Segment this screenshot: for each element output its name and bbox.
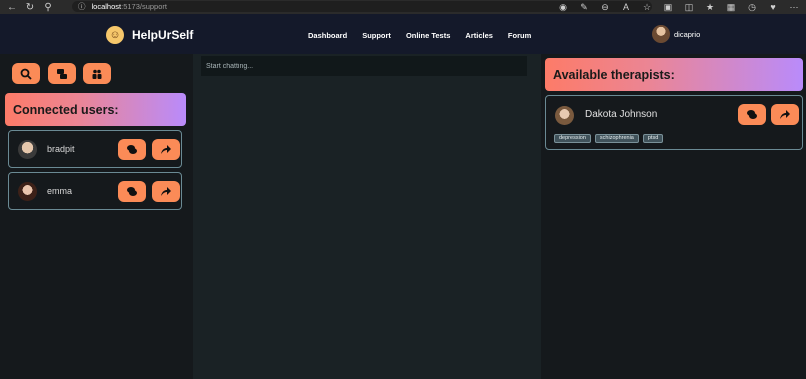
- user-name: bradpit: [47, 144, 75, 154]
- list-item[interactable]: bradpit: [8, 130, 182, 168]
- share-arrow-icon: [161, 187, 171, 196]
- chat-bubbles-icon: [747, 110, 757, 119]
- forward-button[interactable]: [152, 181, 180, 202]
- zoom-icon[interactable]: ⊖: [599, 1, 611, 13]
- nav-links: Dashboard Support Online Tests Articles …: [308, 31, 531, 40]
- avatar: [18, 140, 37, 159]
- back-arrow-icon[interactable]: ←: [6, 1, 18, 13]
- forward-button[interactable]: [152, 139, 180, 160]
- connected-users-panel: Connected users: bradpit emma: [0, 54, 193, 379]
- avatar: [652, 25, 670, 43]
- brand-name: HelpUrSelf: [132, 28, 194, 42]
- history-icon[interactable]: ◷: [746, 1, 758, 13]
- connected-users-title: Connected users:: [13, 102, 119, 117]
- therapists-title: Available therapists:: [553, 67, 675, 82]
- therapist-card[interactable]: Dakota Johnson depression schizophrenia …: [545, 95, 803, 150]
- url-path: :5173/support: [121, 2, 167, 11]
- nav-link-support[interactable]: Support: [362, 31, 391, 40]
- brand-logo[interactable]: ☺ HelpUrSelf: [106, 26, 193, 44]
- browser-toolbar: ← ↻ ⚲ ⓘ localhost:5173/support ◉ ✎ ⊖ A ☆…: [0, 0, 806, 14]
- forward-button[interactable]: [771, 104, 799, 125]
- split-screen-icon[interactable]: ◫: [683, 1, 695, 13]
- nav-link-online-tests[interactable]: Online Tests: [406, 31, 450, 40]
- favorites-icon[interactable]: ★: [704, 1, 716, 13]
- avatar: [18, 182, 37, 201]
- therapist-name: Dakota Johnson: [585, 109, 658, 120]
- browser-essentials-icon[interactable]: ♥: [767, 1, 779, 13]
- people-icon: [92, 69, 102, 79]
- user-profile[interactable]: dicaprio: [652, 25, 700, 43]
- search-icon[interactable]: ⚲: [42, 1, 54, 13]
- nav-link-articles[interactable]: Articles: [465, 31, 493, 40]
- chat-input[interactable]: [201, 56, 527, 76]
- more-icon[interactable]: ⋯: [788, 1, 800, 13]
- favorite-star-icon[interactable]: ☆: [641, 1, 653, 13]
- search-icon: [20, 68, 32, 80]
- url-host: localhost: [91, 2, 122, 11]
- chat-button[interactable]: [118, 181, 146, 202]
- share-arrow-icon: [780, 110, 790, 119]
- nav-link-dashboard[interactable]: Dashboard: [308, 31, 347, 40]
- tag-list: depression schizophrenia ptsd: [554, 134, 664, 143]
- tag-depression: depression: [554, 134, 591, 143]
- avatar: [555, 106, 574, 125]
- chat-bubbles-icon: [127, 145, 137, 154]
- chat-bubbles-icon: [57, 68, 67, 79]
- info-icon[interactable]: ⓘ: [78, 1, 86, 12]
- reload-icon[interactable]: ↻: [24, 1, 36, 13]
- search-button[interactable]: [12, 63, 40, 84]
- browser-actions: ◉ ✎ ⊖ A ☆ ▣ ◫ ★ ▦ ◷ ♥ ⋯: [557, 1, 800, 13]
- list-item[interactable]: emma: [8, 172, 182, 210]
- location-icon[interactable]: ◉: [557, 1, 569, 13]
- pen-icon[interactable]: ✎: [578, 1, 590, 13]
- tag-schizophrenia: schizophrenia: [594, 134, 639, 143]
- share-arrow-icon: [161, 145, 171, 154]
- chat-button[interactable]: [738, 104, 766, 125]
- connected-users-header: Connected users:: [5, 93, 186, 126]
- extensions-icon[interactable]: ▣: [662, 1, 674, 13]
- nav-link-forum[interactable]: Forum: [508, 31, 531, 40]
- people-button[interactable]: [83, 63, 111, 84]
- tag-ptsd: ptsd: [642, 134, 664, 143]
- chat-list-button[interactable]: [48, 63, 76, 84]
- therapists-header: Available therapists:: [545, 58, 803, 91]
- chat-bubbles-icon: [127, 187, 137, 196]
- smiley-logo-icon: ☺: [106, 26, 124, 44]
- read-aloud-icon[interactable]: A: [620, 1, 632, 13]
- profile-name: dicaprio: [674, 29, 701, 39]
- chat-button[interactable]: [118, 139, 146, 160]
- chat-panel: [193, 54, 541, 379]
- user-name: emma: [47, 186, 73, 196]
- app-navbar: ☺ HelpUrSelf Dashboard Support Online Te…: [0, 14, 806, 54]
- collections-icon[interactable]: ▦: [725, 1, 737, 13]
- therapists-panel: Available therapists: Dakota Johnson dep…: [541, 54, 806, 379]
